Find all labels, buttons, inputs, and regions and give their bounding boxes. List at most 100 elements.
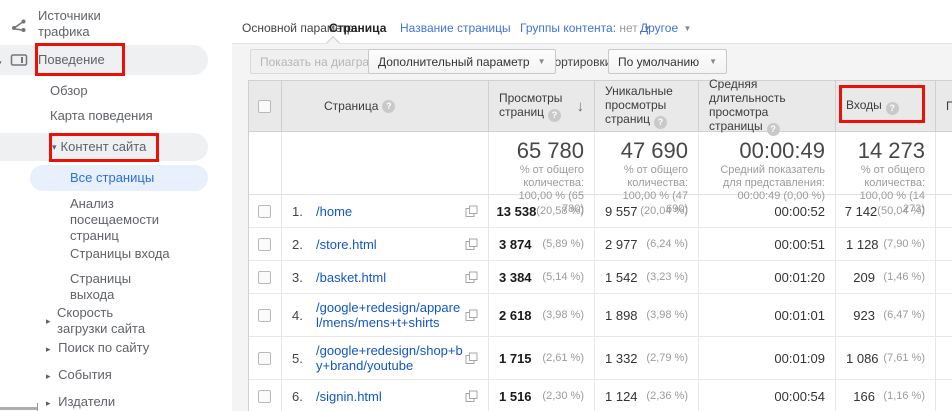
- summary-empty-cell: [936, 132, 952, 194]
- sidebar-item-site-content[interactable]: ▾ Контент сайта: [0, 133, 208, 161]
- sidebar-item-label: События: [58, 367, 112, 382]
- page-link[interactable]: /signin.html: [316, 389, 382, 404]
- tab-other[interactable]: Другое ▼: [640, 21, 691, 35]
- row-number: 6.: [292, 389, 316, 404]
- behavior-icon: [10, 51, 28, 69]
- help-icon[interactable]: ?: [548, 109, 561, 122]
- sidebar-item-label: Анализ посещаемости страниц: [70, 196, 159, 243]
- caret-right-icon: ▸: [46, 313, 51, 329]
- caret-right-icon: ▸: [46, 371, 51, 381]
- header-entrances[interactable]: Входы?: [836, 80, 936, 132]
- summary-pageviews: 65 780 % от общего количества: 100,00 % …: [489, 132, 595, 194]
- row-checkbox[interactable]: [258, 390, 271, 403]
- sidebar-item-events[interactable]: ▸ События: [46, 367, 112, 384]
- avg-time-value: 00:00:54: [774, 389, 825, 404]
- sidebar-item-site-search[interactable]: ▸ Поиск по сайту: [46, 340, 149, 357]
- secondary-dimension-button[interactable]: Дополнительный параметр ▼: [368, 49, 556, 74]
- header-unique-pageviews[interactable]: Уникальные просмотры страниц?: [595, 80, 699, 132]
- caret-down-icon: ▾: [52, 139, 57, 155]
- header-checkbox-cell: [249, 80, 282, 132]
- open-in-new-icon[interactable]: [465, 390, 478, 403]
- summary-total: 47 690: [605, 139, 688, 163]
- sidebar-item-content-drilldown[interactable]: Анализ посещаемости страниц: [70, 196, 192, 244]
- summary-row: 65 780 % от общего количества: 100,00 % …: [249, 132, 952, 195]
- analytics-report-page: Источники трафика ▾ Поведение Обзор Карт…: [0, 0, 952, 411]
- avg-time-value: 00:00:51: [774, 237, 825, 252]
- unique-value: 1 898: [605, 308, 638, 323]
- row-checkbox[interactable]: [258, 352, 271, 365]
- open-in-new-icon[interactable]: [465, 205, 478, 218]
- entrances-pct: (1,16 %): [875, 390, 925, 402]
- row-checkbox[interactable]: [258, 309, 271, 322]
- entrances-value: 7 142: [845, 204, 878, 219]
- entrances-value: 209: [853, 270, 875, 285]
- next-column-cell: [936, 228, 952, 260]
- page-link[interactable]: /google+redesign/shop+by+brand/youtube: [316, 343, 464, 373]
- next-column-cell: [936, 195, 952, 227]
- help-icon[interactable]: ?: [886, 102, 899, 115]
- header-avg-time[interactable]: Средняя длительность просмотра страницы?: [699, 80, 836, 132]
- avg-time-value: 00:01:01: [774, 308, 825, 323]
- sidebar-item-overview[interactable]: Обзор: [50, 83, 88, 99]
- unique-pct: (20,04 %): [638, 205, 688, 217]
- page-link[interactable]: /basket.html: [316, 270, 386, 285]
- entrances-value: 1 086: [846, 351, 879, 366]
- entrances-pct: (7,61 %): [879, 352, 925, 364]
- sort-type-dropdown[interactable]: По умолчанию ▼: [608, 49, 727, 74]
- sidebar-item-behavior[interactable]: ▾ Поведение: [0, 45, 208, 75]
- summary-avg-time: 00:00:49 Средний показатель для представ…: [699, 132, 836, 194]
- table-row: 1. /home 13 538(20,58 %) 9 557(20,04 %) …: [249, 195, 952, 228]
- header-page[interactable]: Страница ?: [282, 80, 489, 132]
- sidebar-item-all-pages[interactable]: Все страницы: [30, 165, 208, 191]
- entrances-pct: (50,04 %): [877, 205, 925, 217]
- table-row: 2. /store.html 3 874(5,89 %) 2 977(6,24 …: [249, 228, 952, 261]
- pageviews-value: 3 384: [499, 270, 532, 285]
- acquisition-icon: [10, 17, 28, 35]
- pages-table: Страница ? Просмотры страниц? ↓ Уникальн…: [248, 80, 952, 411]
- tab-content-grouping[interactable]: Группы контента: нет ▼: [520, 21, 651, 35]
- horizontal-scrollbar[interactable]: [0, 407, 37, 410]
- open-in-new-icon[interactable]: [465, 238, 478, 251]
- summary-empty-cell: [282, 132, 489, 194]
- row-checkbox[interactable]: [258, 205, 271, 218]
- pageviews-pct: (5,89 %): [532, 238, 584, 250]
- header-pageviews[interactable]: Просмотры страниц? ↓: [489, 80, 595, 132]
- tab-page[interactable]: Страница: [329, 21, 386, 35]
- open-in-new-icon[interactable]: [465, 352, 478, 365]
- row-checkbox[interactable]: [258, 271, 271, 284]
- tab-content-grouping-link[interactable]: Группы контента:: [520, 21, 616, 35]
- scrollbar-tick: [37, 403, 38, 411]
- sidebar-item-label: Все страницы: [70, 170, 154, 186]
- tab-page-title-link[interactable]: Название страницы: [400, 21, 511, 35]
- unique-value: 2 977: [605, 237, 638, 252]
- entrances-pct: (1,46 %): [875, 271, 925, 283]
- next-column-cell: [936, 294, 952, 336]
- sidebar-item-label: Страницы входа: [70, 246, 170, 261]
- page-link[interactable]: /store.html: [316, 237, 377, 252]
- entrances-value: 923: [853, 308, 875, 323]
- page-link[interactable]: /home: [316, 204, 352, 219]
- row-checkbox[interactable]: [258, 238, 271, 251]
- help-icon[interactable]: ?: [654, 116, 667, 129]
- help-icon[interactable]: ?: [382, 100, 395, 113]
- sidebar-item-exit-pages[interactable]: Страницы выхода: [70, 271, 156, 303]
- page-link[interactable]: /google+redesign/apparel/mens/mens+t+shi…: [316, 300, 464, 330]
- unique-value: 1 542: [605, 270, 638, 285]
- header-next-column[interactable]: П: [936, 80, 952, 132]
- summary-total: 14 273: [846, 139, 925, 163]
- summary-empty-cell: [249, 132, 282, 194]
- sidebar-item-publishers[interactable]: ▸ Издатели: [46, 394, 115, 411]
- sidebar-item-landing-pages[interactable]: Страницы входа: [70, 246, 210, 262]
- sidebar-item-behavior-flow[interactable]: Карта поведения: [50, 108, 153, 124]
- tab-page-title[interactable]: Название страницы: [400, 21, 511, 35]
- tab-other-link[interactable]: Другое: [640, 21, 678, 35]
- open-in-new-icon[interactable]: [465, 309, 478, 322]
- header-label: Просмотры страниц?: [499, 91, 577, 122]
- sidebar-item-acquisition[interactable]: Источники трафика: [0, 8, 200, 44]
- sidebar-item-site-speed[interactable]: ▸ Скорость загрузки сайта: [46, 305, 171, 337]
- sort-type-value: По умолчанию: [618, 55, 699, 69]
- open-in-new-icon[interactable]: [465, 271, 478, 284]
- select-all-checkbox[interactable]: [258, 100, 271, 113]
- pageviews-pct: (3,98 %): [532, 309, 584, 321]
- row-number: 5.: [292, 351, 316, 366]
